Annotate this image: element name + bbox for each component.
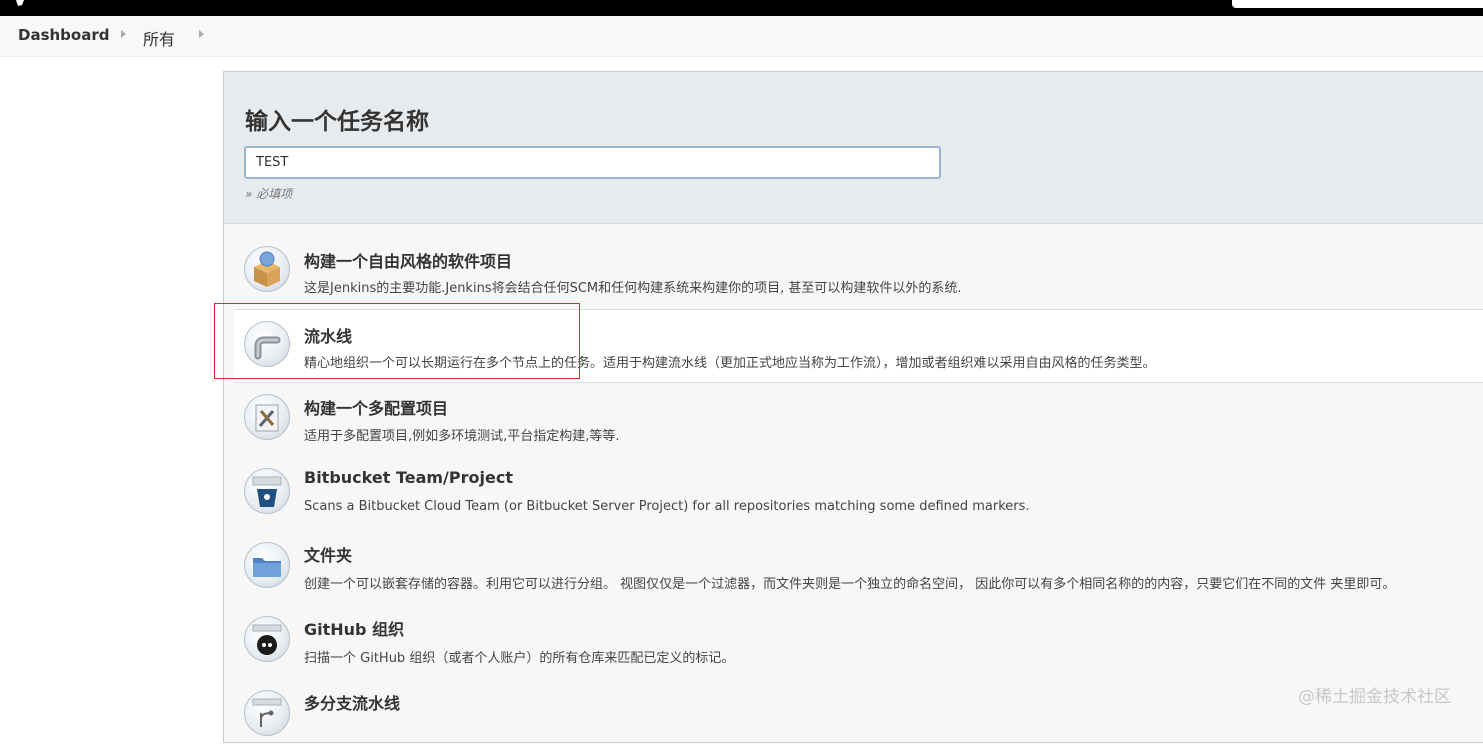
pipe-icon: [244, 321, 290, 367]
breadcrumb-all[interactable]: 所有: [143, 26, 175, 50]
job-type-title: 构建一个多配置项目: [304, 399, 449, 418]
job-type-title: Bitbucket Team/Project: [304, 468, 513, 487]
job-type-title: 多分支流水线: [304, 694, 401, 713]
new-item-panel: 输入一个任务名称 » 必填项 构建一个自由风格的软件项目 这是Jenkins的主…: [223, 71, 1483, 743]
job-type-desc: 创建一个可以嵌套存储的容器。利用它可以进行分组。 视图仅仅是一个过滤器，而文件夹…: [304, 577, 1396, 592]
package-box-icon: [244, 246, 290, 292]
item-name-section: 输入一个任务名称 » 必填项: [224, 72, 1483, 224]
breadcrumb: Dashboard 所有: [0, 16, 1483, 57]
job-type-title: 流水线: [304, 327, 353, 346]
bitbucket-icon: [244, 468, 290, 514]
folder-icon: [244, 542, 290, 588]
job-type-bitbucket[interactable]: Bitbucket Team/Project Scans a Bitbucket…: [224, 457, 1483, 529]
required-hint: » 必填项: [245, 187, 293, 201]
job-type-desc: 适用于多配置项目,例如多环境测试,平台指定构建,等等.: [304, 429, 620, 444]
job-type-multi-config[interactable]: 构建一个多配置项目 适用于多配置项目,例如多环境测试,平台指定构建,等等.: [224, 383, 1483, 455]
watermark: @稀土掘金技术社区: [1298, 687, 1451, 707]
search-box[interactable]: [1232, 0, 1483, 8]
chevron-right-icon[interactable]: [121, 30, 126, 38]
tools-icon: [244, 394, 290, 440]
job-type-title: 构建一个自由风格的软件项目: [304, 252, 513, 271]
job-type-pipeline[interactable]: 流水线 精心地组织一个可以长期运行在多个节点上的任务。适用于构建流水线（更加正式…: [234, 309, 1483, 383]
job-type-desc: Scans a Bitbucket Cloud Team (or Bitbuck…: [304, 499, 1030, 514]
job-type-folder[interactable]: 文件夹 创建一个可以嵌套存储的容器。利用它可以进行分组。 视图仅仅是一个过滤器，…: [224, 531, 1483, 603]
job-type-desc: 扫描一个 GitHub 组织（或者个人账户）的所有仓库来匹配已定义的标记。: [304, 651, 735, 666]
chevron-right-icon[interactable]: [199, 30, 204, 38]
branch-icon: [244, 690, 290, 736]
job-type-title: 文件夹: [304, 546, 353, 565]
top-header: [0, 0, 1483, 16]
breadcrumb-dashboard[interactable]: Dashboard: [18, 26, 109, 44]
job-type-desc: 这是Jenkins的主要功能.Jenkins将会结合任何SCM和任何构建系统来构…: [304, 281, 962, 296]
job-type-title: GitHub 组织: [304, 620, 405, 639]
job-type-github-org[interactable]: GitHub 组织 扫描一个 GitHub 组织（或者个人账户）的所有仓库来匹配…: [224, 605, 1483, 677]
github-icon: [244, 616, 290, 662]
jenkins-logo-icon[interactable]: [10, 0, 30, 8]
job-type-freestyle[interactable]: 构建一个自由风格的软件项目 这是Jenkins的主要功能.Jenkins将会结合…: [224, 236, 1483, 308]
job-type-desc: 精心地组织一个可以长期运行在多个节点上的任务。适用于构建流水线（更加正式地应当称…: [304, 356, 1156, 371]
page-title: 输入一个任务名称: [245, 109, 429, 135]
job-type-multibranch[interactable]: 多分支流水线: [224, 679, 1483, 751]
item-name-input[interactable]: [244, 146, 941, 179]
